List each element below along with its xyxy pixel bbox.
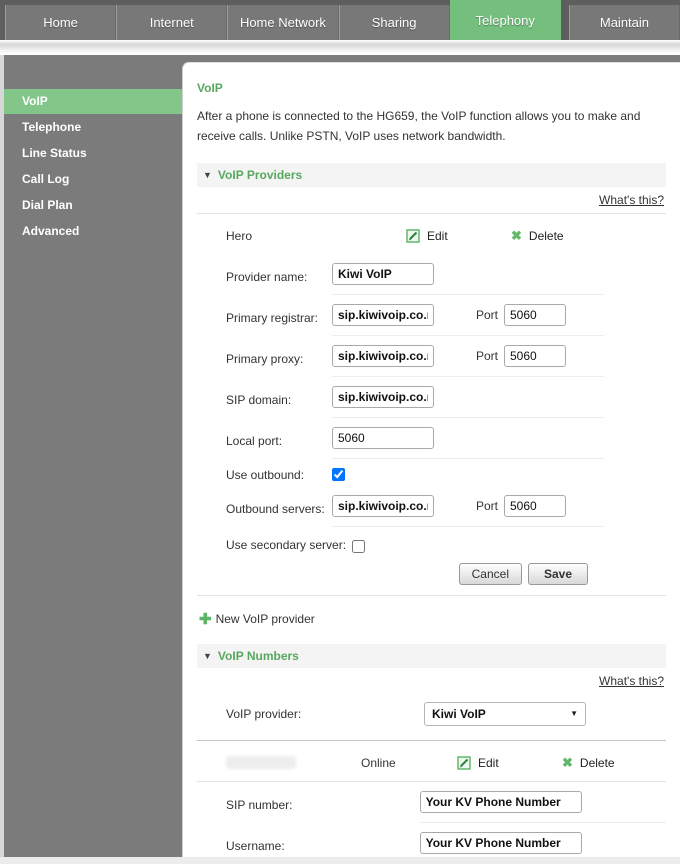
main-area: VoIP Telephone Line Status Call Log Dial… [0,55,680,864]
number-edit-button[interactable]: Edit [457,756,562,770]
new-voip-provider-label: New VoIP provider [215,611,315,626]
provider-name-label: Provider name: [226,270,308,285]
voip-provider-selected-value: Kiwi VoIP [432,706,486,721]
provider-name-row: Provider name: [197,254,666,295]
voip-provider-dropdown[interactable]: Kiwi VoIP ▼ [424,701,586,726]
sip-number-input[interactable] [419,790,582,813]
outbound-port-label: Port [476,498,499,513]
plus-icon: ✚ [199,610,212,628]
numbers-whats-this-row: What's this? [197,672,666,694]
registrar-port-input[interactable] [504,303,566,326]
use-outbound-checkbox[interactable] [332,467,345,481]
sip-number-label: SIP number: [226,798,293,813]
nav-shadow-strip [0,40,680,55]
edit-icon [457,755,471,770]
provider-delete-button[interactable]: ✖ Delete [511,228,564,244]
sip-domain-input[interactable] [332,385,434,408]
tab-home[interactable]: Home [5,5,117,40]
providers-whats-this-row: What's this? [197,191,666,213]
proxy-port-label: Port [476,348,499,363]
provider-name-input[interactable] [332,262,434,285]
primary-registrar-row: Primary registrar: Port [197,295,666,336]
voip-provider-label: VoIP provider: [226,706,302,721]
use-secondary-checkbox[interactable] [352,539,366,553]
edit-icon [406,228,420,243]
voip-numbers-title: VoIP Numbers [217,648,299,663]
top-navigation: Home Internet Home Network Sharing Telep… [0,0,680,40]
use-secondary-row: Use secondary server: [197,527,666,553]
provider-edit-label: Edit [427,228,448,243]
providers-whats-this-link[interactable]: What's this? [599,193,664,207]
number-edit-label: Edit [478,755,499,770]
provider-entity-name: Hero [226,228,253,243]
number-entity-row: Online Edit ✖ Delete [197,741,666,781]
content-panel: VoIP After a phone is connected to the H… [182,62,680,864]
number-delete-label: Delete [579,755,615,770]
delete-icon: ✖ [562,754,573,770]
local-port-input[interactable] [332,426,434,449]
tab-telephony[interactable]: Telephony [449,0,561,40]
voip-provider-select-row: VoIP provider: Kiwi VoIP ▼ [197,694,666,740]
new-voip-provider-button[interactable]: ✚ New VoIP provider [197,596,666,644]
tab-sharing[interactable]: Sharing [338,5,450,40]
number-status: Online [361,755,396,770]
proxy-port-input[interactable] [504,344,566,367]
sip-number-row: SIP number: [197,782,666,823]
collapse-triangle-icon: ▼ [203,650,212,661]
tab-home-network[interactable]: Home Network [227,5,339,40]
voip-numbers-section-header[interactable]: ▼ VoIP Numbers [197,643,666,668]
tab-internet[interactable]: Internet [116,5,228,40]
use-outbound-label: Use outbound: [226,468,305,483]
provider-save-button[interactable]: Save [528,562,588,585]
delete-icon: ✖ [511,227,522,243]
use-outbound-row: Use outbound: [197,459,666,486]
tab-maintain[interactable]: Maintain [568,5,680,40]
local-port-row: Local port: [197,418,666,459]
use-secondary-label: Use secondary server: [226,537,347,552]
sip-domain-row: SIP domain: [197,377,666,418]
primary-registrar-label: Primary registrar: [226,311,319,326]
collapse-triangle-icon: ▼ [203,169,212,180]
provider-entity-row: Hero Edit ✖ Delete [197,214,666,254]
primary-proxy-label: Primary proxy: [226,352,304,367]
sidebar-item-advanced[interactable]: Advanced [4,219,182,244]
nav-separator [560,0,569,40]
provider-delete-label: Delete [528,228,564,243]
provider-cancel-button[interactable]: Cancel [458,562,522,585]
outbound-port-input[interactable] [504,494,566,517]
outbound-servers-label: Outbound servers: [226,502,325,517]
voip-providers-title: VoIP Providers [217,167,303,182]
sidebar-item-call-log[interactable]: Call Log [4,167,182,192]
page-description: After a phone is connected to the HG659,… [197,109,641,143]
number-delete-button[interactable]: ✖ Delete [562,755,615,771]
sidebar-item-telephone[interactable]: Telephone [4,115,182,140]
primary-registrar-input[interactable] [332,303,434,326]
provider-buttons-row: Cancel Save [197,553,666,595]
sidebar-item-voip[interactable]: VoIP [4,89,182,114]
primary-proxy-row: Primary proxy: Port [197,336,666,377]
page-title: VoIP [197,81,223,95]
sidebar: VoIP Telephone Line Status Call Log Dial… [4,55,182,864]
sidebar-item-dial-plan[interactable]: Dial Plan [4,193,182,218]
bottom-page-strip [0,857,680,864]
registrar-port-label: Port [476,307,499,322]
sidebar-item-line-status[interactable]: Line Status [4,141,182,166]
voip-providers-section-header[interactable]: ▼ VoIP Providers [197,162,666,187]
outbound-servers-input[interactable] [332,494,434,517]
username-input[interactable] [419,831,582,854]
chevron-down-icon: ▼ [570,709,578,719]
local-port-label: Local port: [226,434,283,449]
provider-edit-button[interactable]: Edit [406,229,511,243]
primary-proxy-input[interactable] [332,344,434,367]
numbers-whats-this-link[interactable]: What's this? [599,674,664,688]
redacted-sip-number [226,756,296,770]
username-label: Username: [226,839,285,854]
sip-domain-label: SIP domain: [226,393,292,408]
outbound-servers-row: Outbound servers: Port [197,486,666,527]
